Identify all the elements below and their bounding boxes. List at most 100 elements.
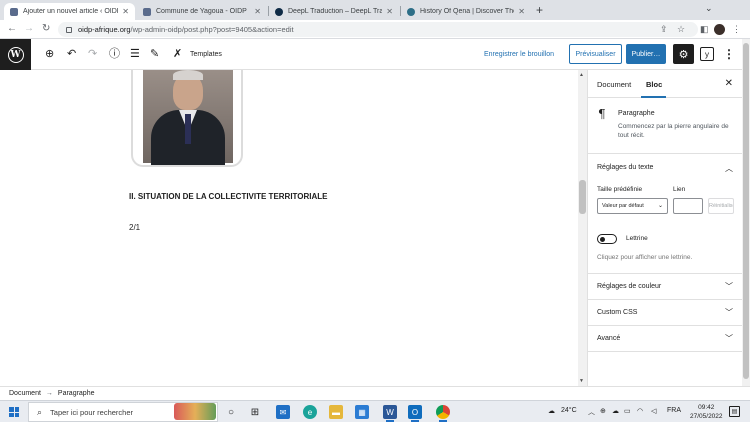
- text-settings-panel: Réglages du texte ︿ Taille prédéfinie Li…: [588, 154, 742, 274]
- wordpress-logo-button[interactable]: W: [0, 39, 31, 70]
- chevron-up-icon[interactable]: ︿: [725, 163, 733, 174]
- details-info-icon[interactable]: ⓘ: [109, 48, 120, 60]
- weather-icon[interactable]: ☁: [548, 407, 555, 415]
- templates-icon[interactable]: ✗: [173, 48, 182, 60]
- browser-tab[interactable]: DeepL Traduction – DeepL Transl ✕: [269, 3, 399, 20]
- address-bar[interactable]: oidp-afrique.org /wp-admin-oidp/post.php…: [58, 22, 698, 37]
- breadcrumb-document[interactable]: Document: [9, 390, 41, 397]
- browser-tab[interactable]: History Of Qena | Discover The H ✕: [401, 3, 531, 20]
- preview-button[interactable]: Prévisualiser: [569, 44, 622, 64]
- search-icon: ⌕: [37, 406, 43, 417]
- lock-icon: [66, 26, 72, 33]
- scroll-up-icon[interactable]: ▲: [579, 72, 584, 78]
- onedrive-icon[interactable]: ☁: [612, 407, 619, 415]
- list-view-icon[interactable]: ☰: [130, 48, 140, 60]
- dropcap-hint: Cliquez pour afficher une lettrine.: [597, 254, 693, 261]
- file-explorer-icon[interactable]: ▬: [329, 405, 343, 419]
- reset-button[interactable]: Réinitialiser: [708, 198, 734, 214]
- close-tab-icon[interactable]: ✕: [254, 7, 261, 16]
- save-draft-button[interactable]: Enregistrer le brouillon: [484, 51, 554, 58]
- task-view-icon[interactable]: ○: [224, 405, 238, 419]
- browser-tab-active[interactable]: Ajouter un nouvel article ‹ OIDP ✕: [4, 3, 135, 20]
- paragraph-block[interactable]: 2/1: [129, 223, 140, 232]
- breadcrumb-paragraph[interactable]: Paragraphe: [58, 390, 95, 397]
- tab-search-icon[interactable]: ⌄: [705, 3, 713, 14]
- word-app-icon[interactable]: W: [383, 405, 397, 422]
- color-settings-toggle[interactable]: Réglages de couleur: [597, 283, 661, 290]
- edge-browser-icon[interactable]: e: [303, 405, 317, 419]
- close-tab-icon[interactable]: ✕: [518, 7, 525, 16]
- custom-size-input[interactable]: [673, 198, 703, 214]
- microsoft-store-icon[interactable]: ▦: [355, 405, 369, 419]
- undo-icon[interactable]: ↶: [67, 48, 76, 60]
- reload-icon[interactable]: ↻: [42, 23, 50, 34]
- mail-app-icon[interactable]: ✉: [276, 405, 290, 419]
- options-menu-icon[interactable]: ⋮: [723, 47, 735, 61]
- network-icon[interactable]: ⊕: [600, 407, 606, 415]
- breadcrumb-separator: →: [45, 390, 53, 397]
- custom-css-panel[interactable]: Custom CSS ﹀: [588, 300, 742, 326]
- chevron-down-icon[interactable]: ﹀: [725, 333, 733, 344]
- publish-button[interactable]: Publier…: [626, 44, 666, 64]
- block-breadcrumb: Document → Paragraphe: [0, 386, 750, 400]
- windows-start-button[interactable]: [9, 407, 19, 417]
- tab-title: Commune de Yagoua - OIDP: [156, 8, 247, 15]
- canvas-scrollbar[interactable]: ▲ ▼: [578, 70, 587, 386]
- gear-icon: ⚙: [678, 48, 689, 61]
- widgets-icon[interactable]: ⊞: [248, 405, 262, 419]
- weather-temperature[interactable]: 24°C: [561, 407, 577, 414]
- yoast-seo-button[interactable]: y: [700, 47, 714, 61]
- advanced-panel[interactable]: Avancé ﹀: [588, 326, 742, 352]
- page-scrollbar-thumb[interactable]: [743, 43, 749, 379]
- wordpress-favicon-icon: [10, 7, 18, 16]
- bookmark-star-icon[interactable]: ☆: [677, 24, 685, 35]
- share-icon[interactable]: ⇪: [660, 24, 668, 35]
- redo-icon[interactable]: ↷: [88, 48, 97, 60]
- text-settings-toggle[interactable]: Réglages du texte: [597, 164, 653, 171]
- close-sidebar-icon[interactable]: ✕: [725, 78, 733, 89]
- tab-block[interactable]: Bloc: [646, 80, 662, 89]
- templates-button[interactable]: Templates: [190, 51, 222, 58]
- input-language-indicator[interactable]: FRA: [667, 407, 681, 414]
- chevron-down-icon[interactable]: ﹀: [725, 307, 733, 318]
- wifi-icon[interactable]: ◠: [637, 407, 643, 415]
- volume-icon[interactable]: ◁: [651, 407, 656, 415]
- new-tab-button[interactable]: +: [536, 3, 543, 17]
- dropcap-toggle[interactable]: [597, 234, 617, 244]
- chrome-app-icon[interactable]: [436, 405, 450, 422]
- forward-arrow-icon[interactable]: →: [24, 23, 34, 34]
- profile-avatar[interactable]: [714, 24, 725, 35]
- heading-block[interactable]: II. SITUATION DE LA COLLECTIVITE TERRITO…: [129, 192, 328, 201]
- show-hidden-icons-chevron-icon[interactable]: ︿: [588, 407, 595, 417]
- custom-css-toggle[interactable]: Custom CSS: [597, 309, 637, 316]
- advanced-toggle[interactable]: Avancé: [597, 335, 620, 342]
- url-domain: oidp-afrique.org: [78, 25, 131, 34]
- close-tab-icon[interactable]: ✕: [386, 7, 393, 16]
- browser-menu-icon[interactable]: ⋮: [732, 24, 741, 35]
- site-favicon-icon: [407, 7, 415, 16]
- edit-tools-icon[interactable]: ✎: [150, 48, 159, 60]
- battery-icon[interactable]: ▭: [624, 407, 631, 415]
- tab-document[interactable]: Document: [597, 80, 631, 89]
- chevron-down-icon: ⌄: [657, 203, 663, 209]
- close-tab-icon[interactable]: ✕: [122, 7, 129, 16]
- side-panel-icon[interactable]: ◧: [700, 24, 709, 35]
- notifications-icon[interactable]: ▤: [729, 406, 740, 417]
- page-scrollbar[interactable]: [742, 39, 750, 386]
- back-arrow-icon[interactable]: ←: [7, 23, 17, 34]
- outlook-app-icon[interactable]: O: [408, 405, 422, 422]
- color-settings-panel[interactable]: Réglages de couleur ﹀: [588, 274, 742, 300]
- add-block-icon[interactable]: ⊕: [45, 48, 54, 60]
- scrollbar-thumb[interactable]: [579, 180, 586, 214]
- font-size-select-value: Valeur par défaut: [602, 203, 644, 209]
- scroll-down-icon[interactable]: ▼: [579, 378, 584, 384]
- browser-tab[interactable]: Commune de Yagoua - OIDP ✕: [137, 3, 267, 20]
- block-name: Paragraphe: [618, 110, 655, 117]
- search-highlight-illustration: [174, 403, 216, 420]
- font-size-select[interactable]: Valeur par défaut ⌄: [597, 198, 668, 214]
- image-block[interactable]: [131, 70, 243, 167]
- settings-gear-button[interactable]: ⚙: [673, 44, 694, 64]
- portrait-photo: [143, 70, 233, 165]
- taskbar-clock[interactable]: 09:42 27/05/2022: [690, 403, 723, 421]
- chevron-down-icon[interactable]: ﹀: [725, 281, 733, 292]
